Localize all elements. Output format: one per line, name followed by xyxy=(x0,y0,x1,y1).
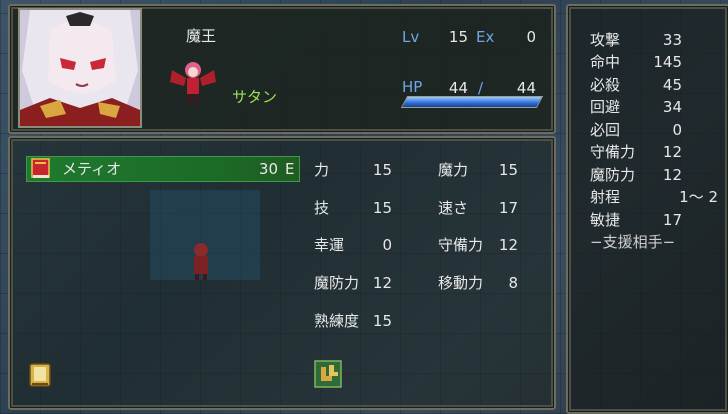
exp-label: Ex xyxy=(476,28,495,46)
stat-value-mov: 8 xyxy=(508,274,518,292)
portrait-image xyxy=(18,8,142,128)
tome-icon xyxy=(30,157,52,179)
combat-value-crit: 45 xyxy=(662,76,682,94)
combat-value-range: 1～ 2 xyxy=(679,188,718,206)
stat-label-res: 魔防力 xyxy=(314,274,360,292)
stat-value-res: 12 xyxy=(372,274,392,292)
combat-label-range: 射程 xyxy=(590,188,621,206)
skill-boots-icon[interactable] xyxy=(314,360,342,388)
level-value: 15 xyxy=(448,28,468,46)
combat-value-crit-avoid: 0 xyxy=(672,121,682,139)
unit-class-name: 魔王 xyxy=(186,27,217,45)
combat-value-atk: 33 xyxy=(662,31,682,49)
stat-label-mov: 移動力 xyxy=(438,274,484,292)
combat-value-hit: 145 xyxy=(653,53,682,71)
stat-value-mag: 15 xyxy=(498,161,518,179)
exp-value: 0 xyxy=(526,28,536,46)
stat-label-def: 守備力 xyxy=(438,236,484,254)
stat-value-skl: 15 xyxy=(372,199,392,217)
stat-label-mag: 魔力 xyxy=(438,161,469,179)
stat-value-mastery: 15 xyxy=(372,312,392,330)
combat-value-avoid: 34 xyxy=(662,98,682,116)
stat-label-lck: 幸運 xyxy=(314,236,345,254)
stat-label-skl: 技 xyxy=(314,199,330,217)
weapon-name: メティオ xyxy=(62,160,122,178)
support-partners-title: −支援相手− xyxy=(590,233,676,251)
map-unit-sprite xyxy=(186,240,216,282)
combat-label-crit: 必殺 xyxy=(590,76,621,94)
combat-value-def: 12 xyxy=(662,143,682,161)
combat-label-agility: 敏捷 xyxy=(590,211,621,229)
unit-name: サタン xyxy=(232,88,278,106)
hp-separator: / xyxy=(478,79,484,97)
combat-label-hit: 命中 xyxy=(590,53,621,71)
stat-label-str: 力 xyxy=(314,161,330,179)
combat-value-agility: 17 xyxy=(662,211,682,229)
combat-label-crit-avoid: 必回 xyxy=(590,121,621,139)
stat-value-def: 12 xyxy=(498,236,518,254)
stat-value-str: 15 xyxy=(372,161,392,179)
stat-value-spd: 17 xyxy=(498,199,518,217)
weapon-uses: 30 xyxy=(258,160,278,178)
stat-label-spd: 速さ xyxy=(438,199,469,217)
hp-max: 44 xyxy=(516,79,536,97)
combat-label-def: 守備力 xyxy=(590,143,636,161)
weapon-rank: E xyxy=(285,160,295,178)
hp-current: 44 xyxy=(448,79,468,97)
sprite-icon xyxy=(168,56,218,108)
combat-value-res: 12 xyxy=(662,166,682,184)
combat-label-atk: 攻撃 xyxy=(590,31,621,49)
stat-label-mastery: 熟練度 xyxy=(314,312,360,330)
hp-bar xyxy=(400,96,544,108)
item-book-icon[interactable] xyxy=(28,362,52,388)
combat-label-res: 魔防力 xyxy=(590,166,636,184)
combat-label-avoid: 回避 xyxy=(590,98,621,116)
hp-label: HP xyxy=(402,78,423,96)
level-label: Lv xyxy=(402,28,420,46)
hp-bar-fill xyxy=(402,97,542,107)
stat-value-lck: 0 xyxy=(382,236,392,254)
